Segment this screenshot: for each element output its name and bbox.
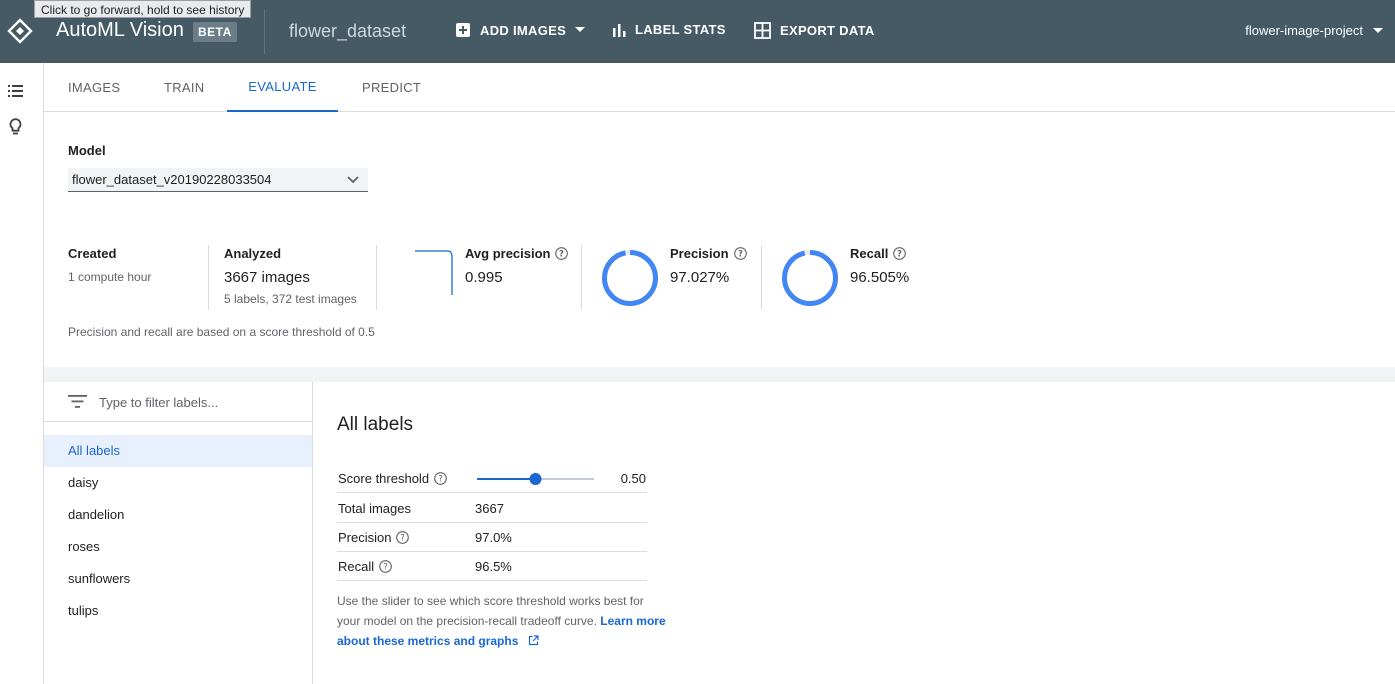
score-threshold-title: Score threshold? xyxy=(338,471,447,486)
precision-label: Precision xyxy=(670,246,729,261)
avg-precision-label: Avg precision xyxy=(465,246,551,261)
slider-description: Use the slider to see which score thresh… xyxy=(337,591,667,651)
help-icon[interactable]: ? xyxy=(733,247,747,260)
beta-badge: BETA xyxy=(193,22,237,42)
label-item-sunflowers[interactable]: sunflowers xyxy=(44,563,312,595)
divider xyxy=(208,245,209,310)
add-images-button[interactable]: ADD IMAGES xyxy=(455,22,594,38)
chevron-down-icon xyxy=(347,176,359,184)
created-title: Created xyxy=(68,246,117,261)
label-item-all-labels[interactable]: All labels xyxy=(44,435,312,467)
left-rail xyxy=(0,63,44,684)
browser-tooltip: Click to go forward, hold to see history xyxy=(34,0,252,18)
svg-text:?: ? xyxy=(383,563,388,573)
tab-bar: IMAGES TRAIN EVALUATE PREDICT xyxy=(44,63,1395,112)
help-icon[interactable]: ? xyxy=(379,560,392,573)
caret-down-icon xyxy=(575,27,586,32)
export-data-label: EXPORT DATA xyxy=(780,23,875,38)
lightbulb-icon[interactable] xyxy=(9,118,22,136)
label-filter[interactable]: Type to filter labels... xyxy=(44,382,312,422)
add-box-icon xyxy=(456,23,470,37)
created-value: 1 compute hour xyxy=(68,270,152,284)
tab-train[interactable]: TRAIN xyxy=(164,63,205,112)
add-images-label: ADD IMAGES xyxy=(480,22,567,38)
metric-title: Recall? xyxy=(338,559,392,574)
tab-predict[interactable]: PREDICT xyxy=(362,63,421,112)
analyzed-sub: 5 labels, 372 test images xyxy=(224,292,357,306)
metric-row: Recall? 96.5% xyxy=(337,552,647,581)
help-icon[interactable]: ? xyxy=(396,531,410,544)
divider xyxy=(581,245,582,310)
recall-ring xyxy=(782,250,838,306)
metric-value: 97.0% xyxy=(475,530,512,545)
list-icon[interactable] xyxy=(8,85,23,97)
svg-text:?: ? xyxy=(897,250,902,260)
caret-down-icon xyxy=(1373,27,1383,33)
precision-ring xyxy=(602,250,658,306)
model-select[interactable]: flower_dataset_v20190228033504 xyxy=(68,168,368,192)
svg-text:?: ? xyxy=(438,475,443,485)
label-item-tulips[interactable]: tulips xyxy=(44,595,312,627)
filter-input[interactable]: Type to filter labels... xyxy=(99,395,218,410)
project-selector[interactable]: flower-image-project xyxy=(1245,23,1383,38)
threshold-note: Precision and recall are based on a scor… xyxy=(68,325,375,339)
label-stats-button[interactable]: LABEL STATS xyxy=(612,22,726,37)
tab-evaluate[interactable]: EVALUATE xyxy=(227,63,338,112)
metric-value: 96.5% xyxy=(475,559,512,574)
model-label: Model xyxy=(68,143,106,158)
metric-title: Precision? xyxy=(338,530,410,545)
score-threshold-label: Score threshold xyxy=(338,471,430,486)
score-threshold-slider[interactable] xyxy=(476,473,596,485)
analyzed-value: 3667 images xyxy=(224,269,310,286)
metric-row: Precision? 97.0% xyxy=(337,523,647,552)
automl-logo-icon[interactable] xyxy=(7,18,33,44)
dataset-name: flower_dataset xyxy=(289,21,407,41)
recall-value: 96.505% xyxy=(850,269,910,286)
label-item-dandelion[interactable]: dandelion xyxy=(44,499,312,531)
detail-title: All labels xyxy=(337,414,414,435)
metric-row: Total images 3667 xyxy=(337,494,647,523)
help-icon[interactable]: ? xyxy=(893,247,907,260)
grid-icon xyxy=(754,22,771,39)
filter-icon xyxy=(68,395,87,408)
avg-precision-value: 0.995 xyxy=(465,269,503,286)
svg-text:?: ? xyxy=(738,250,743,260)
metric-label: Recall xyxy=(338,559,375,574)
section-divider-band xyxy=(44,367,1395,382)
app-title: AutoML Vision xyxy=(56,19,184,41)
analyzed-title: Analyzed xyxy=(224,246,282,261)
score-threshold-row: Score threshold? 0.50 xyxy=(337,464,647,493)
metric-label: Precision xyxy=(338,530,392,545)
metric-label: Total images xyxy=(338,501,411,516)
divider xyxy=(761,245,762,310)
divider xyxy=(264,9,265,54)
divider xyxy=(376,245,377,310)
svg-text:?: ? xyxy=(401,534,406,544)
external-link-icon xyxy=(528,635,539,646)
precision-title: Precision? xyxy=(670,246,747,261)
label-item-roses[interactable]: roses xyxy=(44,531,312,563)
recall-label: Recall xyxy=(850,246,889,261)
svg-text:?: ? xyxy=(560,250,565,260)
precision-recall-curve-thumbnail xyxy=(415,250,453,295)
avg-precision-title: Avg precision? xyxy=(465,246,569,261)
help-icon[interactable]: ? xyxy=(555,247,569,260)
help-icon[interactable]: ? xyxy=(434,472,447,485)
label-stats-label: LABEL STATS xyxy=(635,22,726,37)
model-select-value: flower_dataset_v20190228033504 xyxy=(72,172,272,187)
description-text: Use the slider to see which score thresh… xyxy=(337,594,644,628)
project-name: flower-image-project xyxy=(1245,23,1363,38)
bar-chart-icon xyxy=(613,23,626,37)
score-threshold-value: 0.50 xyxy=(620,471,646,486)
label-list-pane: Type to filter labels... All labels dais… xyxy=(44,382,313,684)
label-item-daisy[interactable]: daisy xyxy=(44,467,312,499)
metric-value: 3667 xyxy=(475,501,504,516)
recall-title: Recall? xyxy=(850,246,907,261)
export-data-button[interactable]: EXPORT DATA xyxy=(754,22,875,39)
precision-value: 97.027% xyxy=(670,269,730,286)
tab-images[interactable]: IMAGES xyxy=(68,63,120,112)
